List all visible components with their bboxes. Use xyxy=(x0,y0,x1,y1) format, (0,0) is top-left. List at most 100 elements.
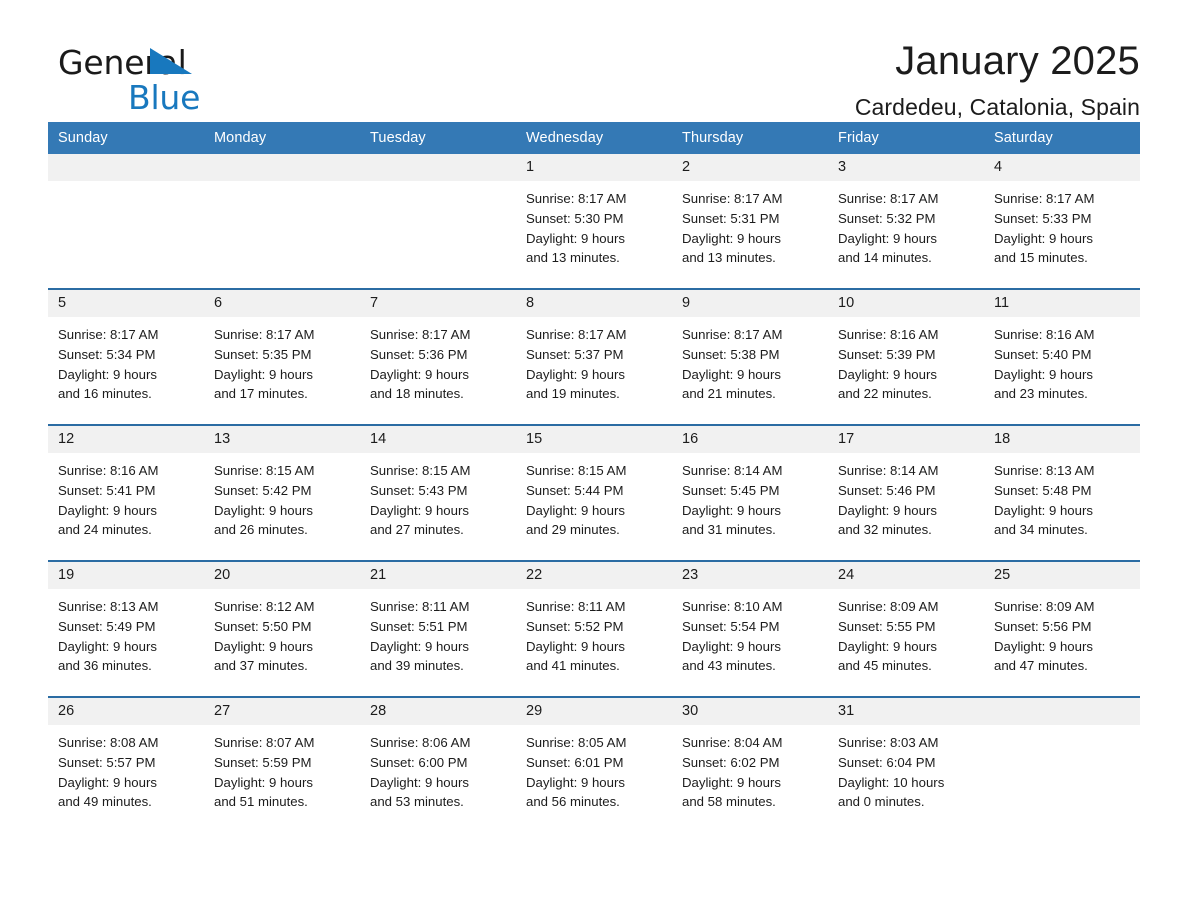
day-number: 17 xyxy=(828,426,984,453)
daylight-text-line2: and 22 minutes. xyxy=(838,386,932,402)
calendar-day-cell[interactable]: 20 Sunrise: 8:12 AM Sunset: 5:50 PM Dayligh… xyxy=(204,562,360,696)
location-subtitle: Cardedeu, Catalonia, Spain xyxy=(854,94,1140,120)
calendar-day-cell[interactable]: 13 Sunrise: 8:15 AM Sunset: 5:42 PM Dayligh… xyxy=(204,426,360,560)
daylight-text-line1: Daylight: 9 hours xyxy=(682,366,781,382)
calendar-day-cell-empty xyxy=(360,154,516,288)
sunset-text: Sunset: 5:41 PM xyxy=(58,482,156,498)
daylight-text-line2: and 15 minutes. xyxy=(994,250,1088,266)
calendar-day-cell[interactable]: 21 Sunrise: 8:11 AM Sunset: 5:51 PM Dayligh… xyxy=(360,562,516,696)
calendar-day-cell[interactable]: 28 Sunrise: 8:06 AM Sunset: 6:00 PM Dayligh… xyxy=(360,698,516,832)
sunset-text: Sunset: 5:45 PM xyxy=(682,482,780,498)
day-details: Sunrise: 8:17 AM Sunset: 5:38 PM Daylight:… xyxy=(672,317,828,404)
sunrise-text: Sunrise: 8:09 AM xyxy=(994,599,1095,614)
day-details: Sunrise: 8:17 AM Sunset: 5:32 PM Daylight:… xyxy=(828,181,984,268)
day-number xyxy=(204,154,360,181)
calendar-body: 1 Sunrise: 8:17 AM Sunset: 5:30 PM Daylight… xyxy=(48,154,1140,832)
daylight-text-line1: Daylight: 9 hours xyxy=(214,366,313,382)
calendar-day-cell[interactable]: 29 Sunrise: 8:05 AM Sunset: 6:01 PM Dayligh… xyxy=(516,698,672,832)
calendar-day-cell[interactable]: 19 Sunrise: 8:13 AM Sunset: 5:49 PM Dayligh… xyxy=(48,562,204,696)
calendar-day-cell[interactable]: 30 Sunrise: 8:04 AM Sunset: 6:02 PM Dayligh… xyxy=(672,698,828,832)
calendar-day-cell[interactable]: 18 Sunrise: 8:13 AM Sunset: 5:48 PM Dayligh… xyxy=(984,426,1140,560)
daylight-text-line1: Daylight: 9 hours xyxy=(526,774,625,790)
title-block: January 2025 Cardedeu, Catalonia, Spain xyxy=(855,40,1140,121)
day-details: Sunrise: 8:16 AM Sunset: 5:41 PM Daylight:… xyxy=(48,453,204,540)
calendar-day-cell[interactable]: 10 Sunrise: 8:16 AM Sunset: 5:39 PM Dayligh… xyxy=(828,290,984,424)
daylight-text-line1: Daylight: 9 hours xyxy=(682,230,781,246)
day-number: 13 xyxy=(204,426,360,453)
calendar-day-cell[interactable]: 12 Sunrise: 8:16 AM Sunset: 5:41 PM Dayligh… xyxy=(48,426,204,560)
logo-triangle-icon xyxy=(150,48,192,74)
sunset-text: Sunset: 6:04 PM xyxy=(838,754,936,770)
logo-text-blue: Blue xyxy=(128,78,201,117)
calendar-day-cell[interactable]: 1 Sunrise: 8:17 AM Sunset: 5:30 PM Daylight… xyxy=(516,154,672,288)
sunrise-text: Sunrise: 8:17 AM xyxy=(994,191,1095,206)
daylight-text-line2: and 21 minutes. xyxy=(682,386,776,402)
day-number xyxy=(48,154,204,181)
sunset-text: Sunset: 6:00 PM xyxy=(370,754,468,770)
calendar-day-cell[interactable]: 24 Sunrise: 8:09 AM Sunset: 5:55 PM Dayligh… xyxy=(828,562,984,696)
daylight-text-line1: Daylight: 9 hours xyxy=(58,638,157,654)
calendar-day-cell[interactable]: 2 Sunrise: 8:17 AM Sunset: 5:31 PM Daylight… xyxy=(672,154,828,288)
calendar-day-cell[interactable]: 4 Sunrise: 8:17 AM Sunset: 5:33 PM Daylight… xyxy=(984,154,1140,288)
sunset-text: Sunset: 5:52 PM xyxy=(526,618,624,634)
day-number: 3 xyxy=(828,154,984,181)
day-details: Sunrise: 8:15 AM Sunset: 5:42 PM Daylight:… xyxy=(204,453,360,540)
day-details: Sunrise: 8:12 AM Sunset: 5:50 PM Daylight:… xyxy=(204,589,360,676)
sunset-text: Sunset: 5:50 PM xyxy=(214,618,312,634)
weekday-header-friday: Friday xyxy=(828,122,984,154)
calendar-day-cell[interactable]: 8 Sunrise: 8:17 AM Sunset: 5:37 PM Daylight… xyxy=(516,290,672,424)
sunset-text: Sunset: 5:49 PM xyxy=(58,618,156,634)
daylight-text-line2: and 45 minutes. xyxy=(838,658,932,674)
day-details: Sunrise: 8:10 AM Sunset: 5:54 PM Daylight:… xyxy=(672,589,828,676)
calendar-day-cell[interactable]: 17 Sunrise: 8:14 AM Sunset: 5:46 PM Dayligh… xyxy=(828,426,984,560)
daylight-text-line2: and 29 minutes. xyxy=(526,522,620,538)
calendar-day-cell[interactable]: 5 Sunrise: 8:17 AM Sunset: 5:34 PM Daylight… xyxy=(48,290,204,424)
day-number: 19 xyxy=(48,562,204,589)
daylight-text-line1: Daylight: 9 hours xyxy=(526,366,625,382)
calendar-week-row: 1 Sunrise: 8:17 AM Sunset: 5:30 PM Daylight… xyxy=(48,154,1140,288)
sunset-text: Sunset: 5:48 PM xyxy=(994,482,1092,498)
sunrise-text: Sunrise: 8:12 AM xyxy=(214,599,315,614)
calendar-week-row: 5 Sunrise: 8:17 AM Sunset: 5:34 PM Daylight… xyxy=(48,290,1140,424)
daylight-text-line1: Daylight: 9 hours xyxy=(370,774,469,790)
daylight-text-line1: Daylight: 9 hours xyxy=(838,230,937,246)
daylight-text-line2: and 51 minutes. xyxy=(214,794,308,810)
sunrise-text: Sunrise: 8:16 AM xyxy=(58,463,159,478)
daylight-text-line2: and 13 minutes. xyxy=(682,250,776,266)
calendar-day-cell[interactable]: 16 Sunrise: 8:14 AM Sunset: 5:45 PM Dayligh… xyxy=(672,426,828,560)
sunset-text: Sunset: 5:42 PM xyxy=(214,482,312,498)
weekday-header-sunday: Sunday xyxy=(48,122,204,154)
calendar-day-cell[interactable]: 7 Sunrise: 8:17 AM Sunset: 5:36 PM Daylight… xyxy=(360,290,516,424)
calendar-day-cell[interactable]: 31 Sunrise: 8:03 AM Sunset: 6:04 PM Dayligh… xyxy=(828,698,984,832)
calendar-day-cell[interactable]: 14 Sunrise: 8:15 AM Sunset: 5:43 PM Dayligh… xyxy=(360,426,516,560)
calendar-day-cell[interactable]: 22 Sunrise: 8:11 AM Sunset: 5:52 PM Dayligh… xyxy=(516,562,672,696)
daylight-text-line2: and 0 minutes. xyxy=(838,794,925,810)
calendar-day-cell[interactable]: 15 Sunrise: 8:15 AM Sunset: 5:44 PM Dayligh… xyxy=(516,426,672,560)
day-details: Sunrise: 8:17 AM Sunset: 5:35 PM Daylight:… xyxy=(204,317,360,404)
sunrise-text: Sunrise: 8:14 AM xyxy=(838,463,939,478)
daylight-text-line1: Daylight: 9 hours xyxy=(214,502,313,518)
sunset-text: Sunset: 5:55 PM xyxy=(838,618,936,634)
calendar-day-cell[interactable]: 26 Sunrise: 8:08 AM Sunset: 5:57 PM Dayligh… xyxy=(48,698,204,832)
calendar-day-cell[interactable]: 27 Sunrise: 8:07 AM Sunset: 5:59 PM Dayligh… xyxy=(204,698,360,832)
calendar-day-cell[interactable]: 3 Sunrise: 8:17 AM Sunset: 5:32 PM Daylight… xyxy=(828,154,984,288)
day-details: Sunrise: 8:15 AM Sunset: 5:43 PM Daylight:… xyxy=(360,453,516,540)
day-number: 10 xyxy=(828,290,984,317)
calendar-day-cell[interactable]: 9 Sunrise: 8:17 AM Sunset: 5:38 PM Daylight… xyxy=(672,290,828,424)
calendar-header-row: Sunday Monday Tuesday Wednesday Thursday… xyxy=(48,122,1140,154)
day-number: 23 xyxy=(672,562,828,589)
calendar-day-cell[interactable]: 25 Sunrise: 8:09 AM Sunset: 5:56 PM Dayligh… xyxy=(984,562,1140,696)
calendar-table: Sunday Monday Tuesday Wednesday Thursday… xyxy=(48,122,1140,832)
calendar-day-cell-empty xyxy=(984,698,1140,832)
daylight-text-line1: Daylight: 9 hours xyxy=(994,638,1093,654)
calendar-day-cell[interactable]: 23 Sunrise: 8:10 AM Sunset: 5:54 PM Dayligh… xyxy=(672,562,828,696)
calendar-day-cell[interactable]: 11 Sunrise: 8:16 AM Sunset: 5:40 PM Dayligh… xyxy=(984,290,1140,424)
daylight-text-line1: Daylight: 9 hours xyxy=(682,638,781,654)
day-number: 4 xyxy=(984,154,1140,181)
sunset-text: Sunset: 5:30 PM xyxy=(526,210,624,226)
daylight-text-line1: Daylight: 9 hours xyxy=(838,502,937,518)
sunrise-text: Sunrise: 8:15 AM xyxy=(370,463,471,478)
calendar-day-cell[interactable]: 6 Sunrise: 8:17 AM Sunset: 5:35 PM Daylight… xyxy=(204,290,360,424)
daylight-text-line2: and 47 minutes. xyxy=(994,658,1088,674)
daylight-text-line2: and 49 minutes. xyxy=(58,794,152,810)
